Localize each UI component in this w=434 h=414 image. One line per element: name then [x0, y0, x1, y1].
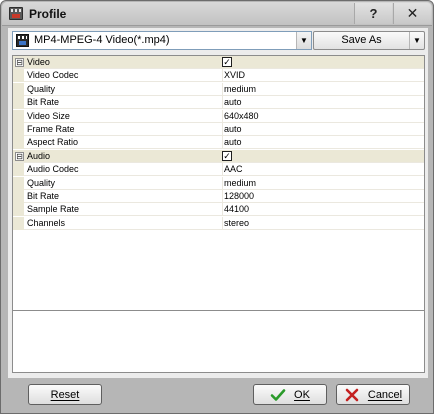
video-format-icon: [16, 34, 29, 47]
save-as-label: Save As: [341, 34, 382, 46]
property-name: Channels: [27, 217, 66, 228]
format-select[interactable]: MP4-MPEG-4 Video(*.mp4) ▼: [12, 31, 312, 50]
category-checkbox[interactable]: ✓: [222, 57, 232, 67]
collapse-icon[interactable]: ⊟: [15, 58, 24, 67]
row-gutter: [13, 176, 24, 190]
save-as-button[interactable]: Save As ▼: [313, 31, 425, 50]
property-value[interactable]: auto: [222, 96, 422, 110]
reset-label: Reset: [50, 388, 80, 401]
help-button[interactable]: ?: [354, 3, 392, 24]
window-title: Profile: [29, 7, 67, 21]
property-name: Quality: [27, 83, 56, 94]
property-value[interactable]: medium: [222, 82, 422, 96]
property-value[interactable]: stereo: [222, 216, 422, 230]
row-gutter: [13, 69, 24, 83]
description-pane: [13, 310, 424, 372]
property-name: Bit Rate: [27, 97, 60, 108]
property-row[interactable]: Quality medium: [13, 176, 424, 190]
x-icon: [344, 387, 360, 403]
category-label: Video: [27, 57, 50, 67]
ok-button[interactable]: OK: [253, 384, 327, 405]
row-gutter: [13, 216, 24, 230]
close-button[interactable]: ✕: [393, 3, 431, 24]
category-label: Audio: [27, 150, 51, 161]
property-value[interactable]: 128000: [222, 190, 422, 203]
property-row[interactable]: Bit Rate auto: [13, 96, 424, 110]
property-value[interactable]: medium: [222, 176, 422, 190]
chevron-down-icon[interactable]: ▼: [296, 32, 311, 49]
property-value[interactable]: auto: [222, 136, 422, 150]
property-row[interactable]: Sample Rate 44100: [13, 203, 424, 217]
row-gutter: [13, 190, 24, 203]
clapperboard-icon: [9, 7, 23, 20]
collapse-icon[interactable]: ⊟: [15, 151, 24, 161]
category-row[interactable]: ⊟ Video ✓: [13, 56, 424, 69]
row-gutter: [13, 109, 24, 123]
row-gutter: [13, 123, 24, 136]
category-row[interactable]: ⊟ Audio ✓: [13, 149, 424, 163]
property-row[interactable]: Quality medium: [13, 82, 424, 96]
property-name: Video Codec: [27, 70, 79, 81]
property-name: Sample Rate: [27, 204, 80, 215]
property-row[interactable]: Frame Rate auto: [13, 123, 424, 136]
property-row[interactable]: Video Size 640x480: [13, 109, 424, 123]
dialog-body: MP4-MPEG-4 Video(*.mp4) ▼ Save As ▼ ⊟ Vid…: [8, 28, 428, 378]
property-value[interactable]: auto: [222, 123, 422, 136]
property-name: Video Size: [27, 110, 70, 121]
row-gutter: [13, 136, 24, 150]
property-row[interactable]: Channels stereo: [13, 216, 424, 230]
property-name: Aspect Ratio: [27, 137, 79, 148]
property-value[interactable]: 640x480: [222, 109, 422, 123]
button-bar: Reset OK Cancel: [2, 379, 432, 413]
category-checkbox[interactable]: ✓: [222, 150, 232, 161]
cancel-button[interactable]: Cancel: [336, 384, 410, 405]
property-row[interactable]: Audio Codec AAC: [13, 163, 424, 177]
format-select-value: MP4-MPEG-4 Video(*.mp4): [34, 34, 170, 46]
reset-button[interactable]: Reset: [28, 384, 102, 405]
chevron-down-icon[interactable]: ▼: [409, 32, 424, 49]
property-name: Audio Codec: [27, 164, 79, 175]
title-bar[interactable]: Profile ? ✕: [2, 2, 432, 26]
property-value[interactable]: XVID: [222, 69, 422, 83]
row-gutter: [13, 203, 24, 217]
ok-label: OK: [294, 388, 310, 401]
property-name: Quality: [27, 177, 56, 188]
property-value[interactable]: 44100: [222, 203, 422, 217]
property-name: Bit Rate: [27, 191, 60, 201]
row-gutter: [13, 96, 24, 110]
cancel-label: Cancel: [367, 388, 403, 401]
property-row[interactable]: Bit Rate 128000: [13, 190, 424, 203]
row-gutter: [13, 163, 24, 177]
property-row[interactable]: Aspect Ratio auto: [13, 136, 424, 150]
property-name: Frame Rate: [27, 124, 75, 134]
property-value[interactable]: AAC: [222, 163, 422, 177]
profile-dialog: Profile ? ✕ MP4-MPEG-4 Video(*.mp4) ▼ Sa…: [0, 0, 434, 414]
property-grid: ⊟ Video ✓ Video Codec XVID Quality medium Bit R…: [12, 55, 425, 373]
property-row[interactable]: Video Codec XVID: [13, 69, 424, 83]
row-gutter: [13, 82, 24, 96]
checkmark-icon: [270, 387, 286, 403]
